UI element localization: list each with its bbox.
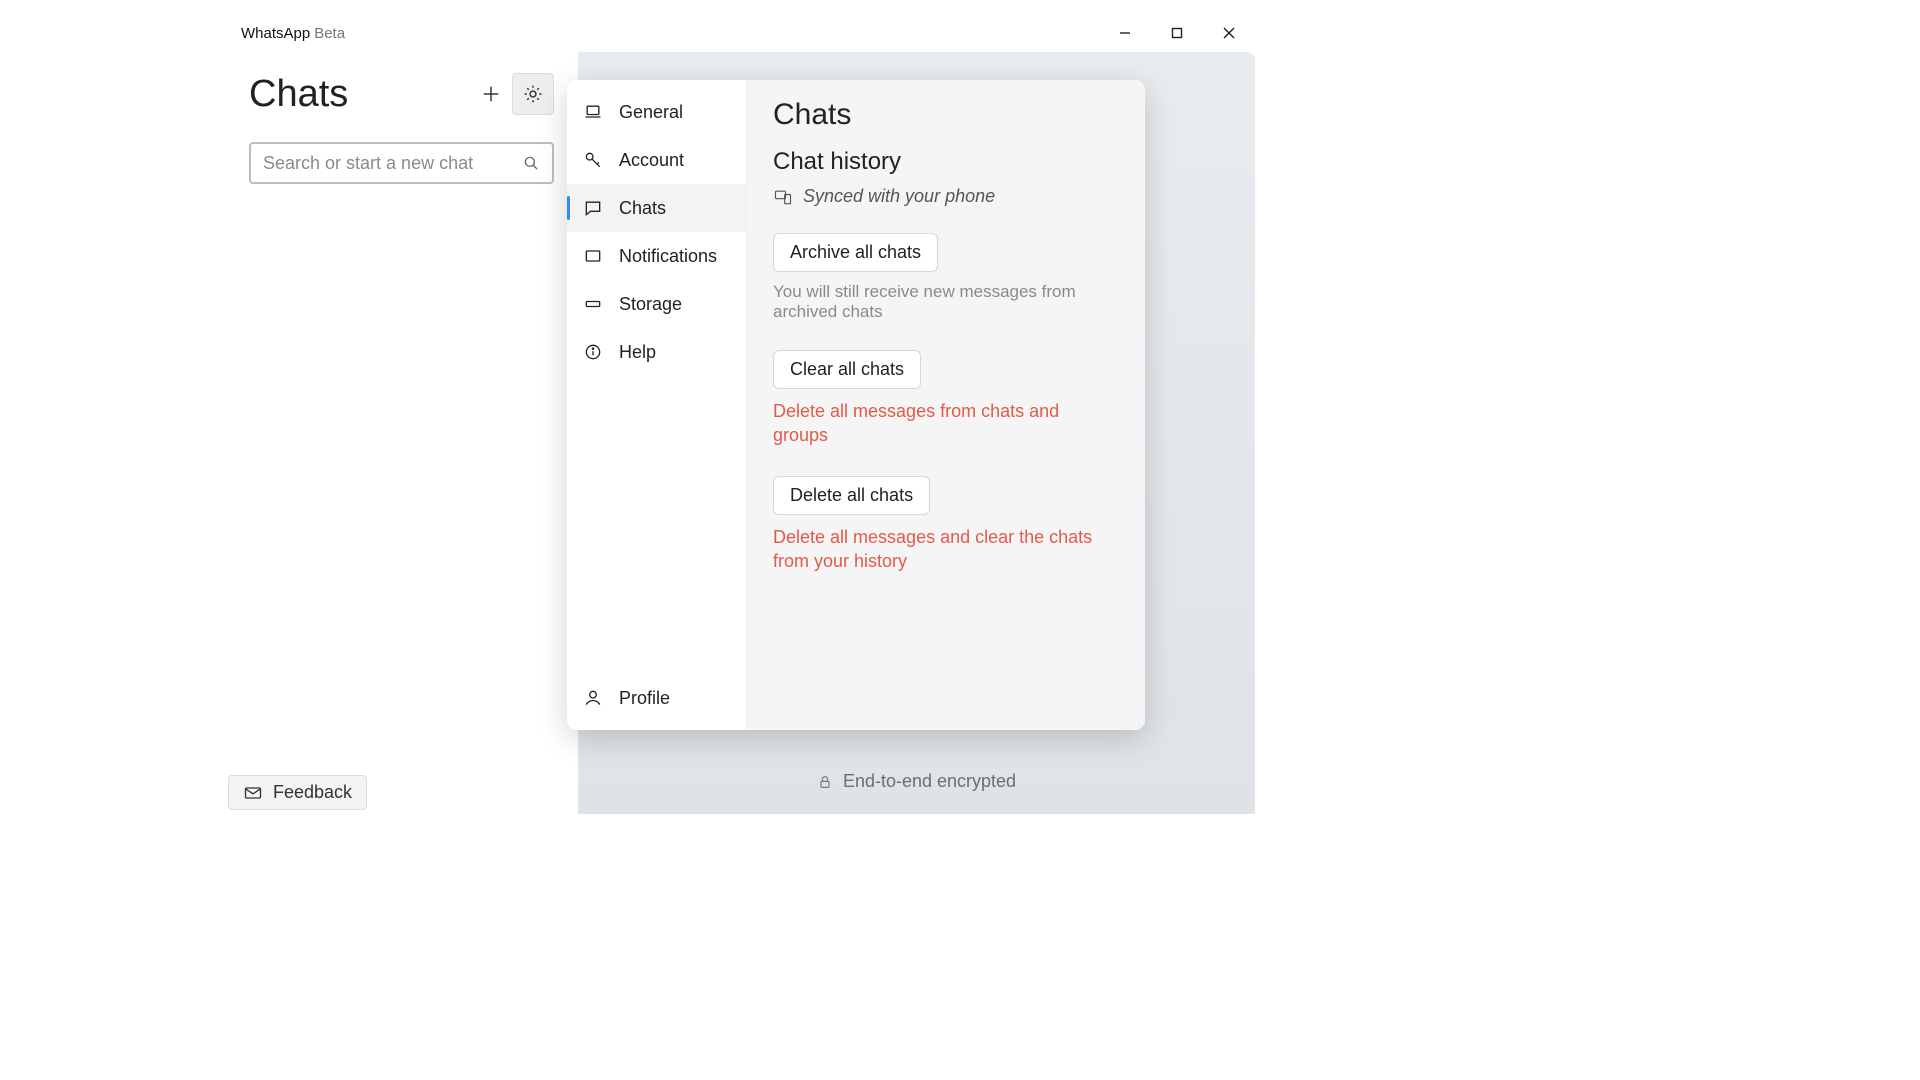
settings-flyout: General Account Chats Notifications — [567, 80, 1145, 730]
sync-status: Synced with your phone — [773, 186, 1119, 207]
minimize-button[interactable] — [1099, 14, 1151, 52]
main-area: General Account Chats Notifications — [578, 52, 1255, 814]
nav-label: Help — [619, 342, 656, 363]
mail-icon — [243, 783, 263, 803]
archive-all-button[interactable]: Archive all chats — [773, 233, 938, 272]
maximize-button[interactable] — [1151, 14, 1203, 52]
maximize-icon — [1170, 26, 1184, 40]
settings-nav: General Account Chats Notifications — [567, 80, 747, 730]
nav-notifications[interactable]: Notifications — [567, 232, 746, 280]
feedback-label: Feedback — [273, 782, 352, 803]
person-icon — [583, 688, 603, 708]
devices-icon — [773, 187, 793, 207]
titlebar: WhatsApp Beta — [225, 14, 1255, 52]
info-icon — [583, 342, 603, 362]
nav-label: Storage — [619, 294, 682, 315]
delete-hint: Delete all messages and clear the chats … — [773, 525, 1119, 574]
nav-label: Profile — [619, 688, 670, 709]
lock-icon — [817, 774, 833, 790]
nav-profile[interactable]: Profile — [567, 674, 746, 722]
search-icon — [522, 154, 540, 172]
nav-label: Notifications — [619, 246, 717, 267]
archive-hint: You will still receive new messages from… — [773, 282, 1119, 322]
nav-storage[interactable]: Storage — [567, 280, 746, 328]
settings-button[interactable] — [512, 73, 554, 115]
app-window: WhatsApp Beta Chats — [225, 14, 1255, 814]
storage-icon — [583, 294, 603, 314]
window-controls — [1099, 14, 1255, 52]
nav-label: General — [619, 102, 683, 123]
nav-help[interactable]: Help — [567, 328, 746, 376]
key-icon — [583, 150, 603, 170]
encryption-footer: End-to-end encrypted — [578, 771, 1255, 792]
delete-all-button[interactable]: Delete all chats — [773, 476, 930, 515]
settings-title: Chats — [773, 98, 1119, 132]
chat-list-panel: Chats — [225, 52, 578, 814]
chat-icon — [583, 198, 603, 218]
clear-all-button[interactable]: Clear all chats — [773, 350, 921, 389]
close-button[interactable] — [1203, 14, 1255, 52]
settings-subtitle: Chat history — [773, 148, 1119, 176]
nav-general[interactable]: General — [567, 88, 746, 136]
search-input[interactable] — [263, 153, 522, 174]
new-chat-button[interactable] — [470, 73, 512, 115]
nav-account[interactable]: Account — [567, 136, 746, 184]
chat-list-title: Chats — [249, 73, 470, 116]
settings-content: Chats Chat history Synced with your phon… — [747, 80, 1145, 730]
laptop-icon — [583, 102, 603, 122]
nav-label: Account — [619, 150, 684, 171]
close-icon — [1222, 26, 1236, 40]
gear-icon — [522, 83, 544, 105]
nav-label: Chats — [619, 198, 666, 219]
sync-text: Synced with your phone — [803, 186, 995, 207]
beta-label: Beta — [314, 25, 345, 42]
minimize-icon — [1118, 26, 1132, 40]
search-input-wrapper[interactable] — [249, 142, 554, 184]
plus-icon — [480, 83, 502, 105]
app-name: WhatsApp — [241, 25, 310, 42]
feedback-button[interactable]: Feedback — [228, 775, 367, 810]
nav-chats[interactable]: Chats — [567, 184, 746, 232]
encryption-text: End-to-end encrypted — [843, 771, 1016, 792]
clear-hint: Delete all messages from chats and group… — [773, 399, 1119, 448]
notification-icon — [583, 246, 603, 266]
